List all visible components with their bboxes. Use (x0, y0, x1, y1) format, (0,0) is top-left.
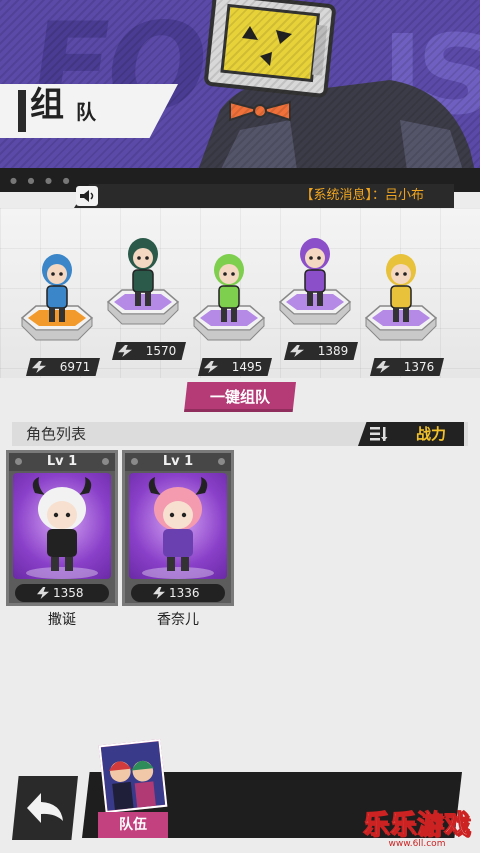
power-bolt-icon (204, 361, 218, 373)
team-character (214, 254, 244, 322)
character-portrait (13, 473, 111, 579)
decor-dots: ● ● ● ● (10, 176, 74, 185)
sort-label: 战力 (416, 425, 447, 443)
system-message-text: 【系统消息】：吕小布 (300, 188, 424, 203)
sort-icon (370, 427, 388, 441)
team-character (386, 254, 416, 322)
card-rivet-icon (15, 458, 22, 465)
page-title-sub: 队 (76, 100, 96, 124)
card-level-strip: Lv 1 (125, 453, 231, 471)
character-name: 香奈儿 (157, 612, 199, 628)
roster-list-title: 角色列表 (26, 425, 87, 443)
power-bolt-icon (290, 345, 304, 357)
team-slot-power-value: 1389 (317, 344, 349, 358)
team-slot-power-value: 1495 (231, 360, 263, 374)
team-tab-portraits (98, 738, 168, 814)
card-rivet-icon (131, 458, 138, 465)
power-bolt-icon (153, 587, 165, 599)
card-power: 1336 (131, 584, 225, 602)
back-button[interactable] (12, 776, 78, 840)
character-portrait (129, 473, 227, 579)
team-slot[interactable]: 6971 (12, 226, 102, 376)
card-level: Lv 1 (162, 454, 194, 469)
team-slot-power: 1495 (198, 358, 272, 376)
team-character (42, 254, 72, 322)
system-message-bar: 【系统消息】：吕小布 (74, 184, 454, 208)
power-bolt-icon (32, 361, 46, 373)
character-name: 撒诞 (48, 612, 76, 628)
page-title-plate: 组 队 (0, 84, 178, 138)
team-character (128, 238, 158, 306)
page-title-main: 组 (30, 85, 64, 125)
title-accent-bar (18, 90, 26, 132)
team-tab-label: 队伍 (98, 812, 168, 838)
power-bolt-icon (376, 361, 390, 373)
card-level: Lv 1 (46, 454, 78, 469)
team-slot[interactable]: 1570 (98, 210, 188, 360)
team-slot[interactable]: 1376 (356, 226, 446, 376)
power-bolt-icon (37, 587, 49, 599)
character-card[interactable]: Lv 1 1336 (122, 450, 234, 606)
team-slot-power: 1376 (370, 358, 444, 376)
sort-by-power-button[interactable]: 战力 (358, 422, 464, 446)
auto-team-button[interactable]: 一键组队 (184, 382, 296, 412)
watermark-url: www.6ll.com (388, 839, 446, 849)
card-level-strip: Lv 1 (9, 453, 115, 471)
team-slot-power-value: 1376 (403, 360, 435, 374)
team-slot-power: 1570 (112, 342, 186, 360)
power-bolt-icon (118, 345, 132, 357)
team-slot[interactable]: 1495 (184, 226, 274, 376)
site-watermark-logo: 乐乐游戏 www.6ll.com (358, 810, 476, 850)
team-slot-power: 6971 (26, 358, 100, 376)
card-rivet-icon (218, 458, 225, 465)
card-power: 1358 (15, 584, 109, 602)
speaker-icon[interactable] (76, 186, 98, 206)
team-character (300, 238, 330, 306)
card-power-value: 1358 (53, 586, 84, 600)
watermark-title: 乐乐游戏 (362, 810, 471, 840)
back-arrow-icon (27, 793, 63, 823)
card-rivet-icon (102, 458, 109, 465)
team-slot-power-value: 1570 (145, 344, 177, 358)
team-slot-power: 1389 (284, 342, 358, 360)
team-slot-power-value: 6971 (59, 360, 91, 374)
character-card[interactable]: Lv 1 1358 (6, 450, 118, 606)
team-slot[interactable]: 1389 (270, 210, 360, 360)
card-power-value: 1336 (169, 586, 200, 600)
team-tab[interactable]: 队伍 (98, 738, 168, 838)
